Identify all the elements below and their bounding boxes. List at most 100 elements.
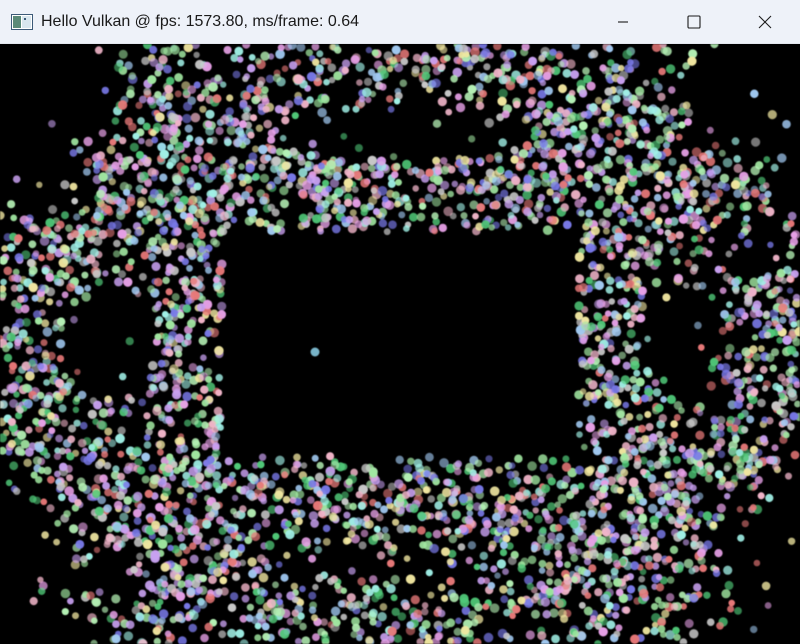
title-bar[interactable]: Hello Vulkan @ fps: 1573.80, ms/frame: 0… bbox=[0, 0, 800, 44]
particle bbox=[186, 264, 193, 272]
particle bbox=[736, 318, 744, 326]
particle bbox=[379, 603, 388, 611]
particle bbox=[723, 211, 731, 219]
particle bbox=[710, 44, 719, 49]
particle bbox=[570, 70, 579, 79]
particle bbox=[733, 163, 743, 173]
particle bbox=[640, 541, 650, 551]
minimize-icon bbox=[617, 16, 629, 28]
particle bbox=[666, 394, 676, 404]
particle bbox=[264, 154, 272, 162]
particle bbox=[151, 136, 159, 144]
particle bbox=[136, 552, 144, 561]
particle bbox=[58, 447, 66, 455]
particle bbox=[350, 524, 357, 532]
particle bbox=[86, 591, 95, 600]
particle bbox=[747, 484, 754, 491]
particle bbox=[501, 110, 510, 119]
particle bbox=[618, 511, 628, 520]
particle bbox=[212, 448, 221, 458]
particle bbox=[646, 459, 654, 468]
particle bbox=[731, 474, 739, 483]
particle bbox=[173, 467, 181, 475]
particle bbox=[726, 202, 735, 211]
close-button[interactable] bbox=[729, 0, 800, 44]
render-viewport[interactable] bbox=[0, 44, 800, 644]
particle bbox=[459, 593, 469, 604]
maximize-button[interactable] bbox=[658, 0, 729, 44]
particle bbox=[370, 187, 378, 194]
particle bbox=[399, 79, 408, 87]
particle bbox=[652, 44, 662, 52]
particle bbox=[605, 187, 614, 196]
particle bbox=[243, 137, 251, 146]
particle bbox=[506, 50, 515, 59]
particle bbox=[199, 201, 207, 209]
particle bbox=[20, 439, 30, 449]
particle bbox=[683, 558, 694, 569]
particle bbox=[536, 211, 544, 219]
minimize-button[interactable] bbox=[587, 0, 658, 44]
particle bbox=[55, 434, 63, 443]
particle bbox=[615, 408, 626, 418]
particle bbox=[641, 189, 651, 199]
window-title: Hello Vulkan @ fps: 1573.80, ms/frame: 0… bbox=[41, 12, 360, 30]
particle bbox=[585, 277, 593, 285]
particle bbox=[422, 486, 430, 494]
particle bbox=[117, 450, 125, 458]
particle bbox=[202, 519, 212, 529]
particle bbox=[440, 166, 450, 175]
particle bbox=[652, 552, 663, 563]
particle bbox=[546, 568, 555, 577]
particle bbox=[789, 237, 799, 246]
particle bbox=[474, 603, 483, 612]
particle bbox=[33, 345, 43, 354]
particle bbox=[677, 107, 686, 116]
particle bbox=[642, 79, 650, 87]
particle bbox=[431, 212, 439, 220]
particle bbox=[574, 252, 585, 262]
particle bbox=[47, 475, 55, 484]
particle bbox=[664, 217, 672, 225]
particle bbox=[130, 236, 139, 245]
particle bbox=[214, 414, 224, 424]
particle bbox=[355, 491, 363, 499]
particle bbox=[142, 122, 151, 131]
particle bbox=[530, 544, 538, 552]
particle bbox=[148, 464, 157, 472]
particle bbox=[215, 374, 223, 382]
particle bbox=[706, 464, 715, 473]
particle bbox=[653, 193, 662, 202]
particle bbox=[98, 420, 108, 430]
particle bbox=[709, 192, 718, 201]
particle bbox=[496, 559, 507, 569]
particle bbox=[262, 105, 270, 113]
particle bbox=[270, 147, 277, 154]
particle bbox=[474, 485, 484, 494]
particle bbox=[633, 461, 642, 470]
particle bbox=[279, 171, 288, 180]
particle bbox=[667, 480, 675, 487]
particle bbox=[613, 398, 622, 407]
particle bbox=[154, 320, 162, 328]
particle bbox=[258, 144, 268, 155]
particle bbox=[539, 463, 549, 473]
particle bbox=[103, 504, 112, 513]
particle bbox=[537, 194, 546, 202]
particle bbox=[565, 142, 573, 151]
close-icon bbox=[758, 15, 772, 29]
particle bbox=[403, 473, 413, 482]
particle bbox=[247, 508, 256, 518]
particle bbox=[455, 102, 466, 113]
particle bbox=[345, 215, 354, 224]
particle bbox=[527, 461, 537, 471]
particle bbox=[387, 626, 397, 636]
particle bbox=[450, 75, 458, 83]
particle bbox=[495, 155, 503, 164]
particle bbox=[32, 394, 40, 402]
particle bbox=[256, 80, 264, 88]
particle bbox=[724, 493, 731, 500]
particle bbox=[395, 179, 402, 186]
particle bbox=[239, 639, 249, 644]
particle bbox=[326, 452, 335, 461]
